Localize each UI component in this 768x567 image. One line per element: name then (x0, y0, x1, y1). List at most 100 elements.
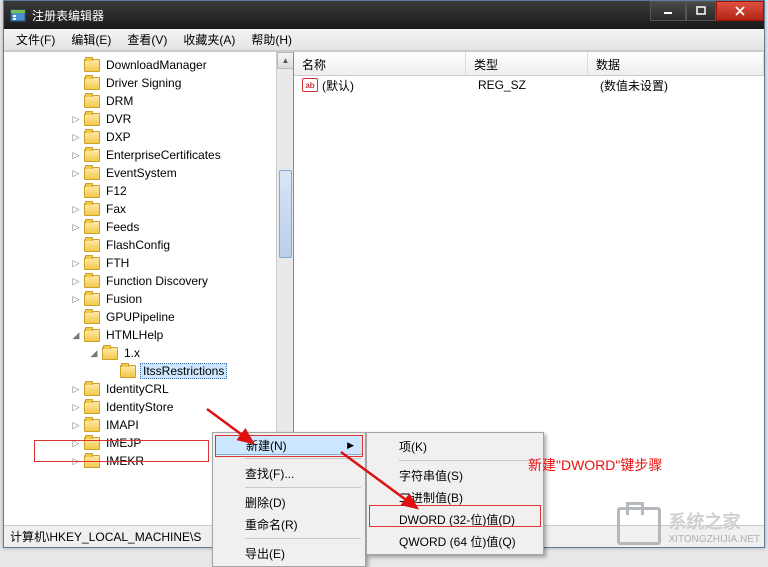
menu-help[interactable]: 帮助(H) (243, 29, 300, 50)
menu-fav[interactable]: 收藏夹(A) (175, 29, 243, 50)
value-data: (数值未设置) (600, 77, 764, 94)
separator (245, 538, 361, 539)
status-path: 计算机\HKEY_LOCAL_MACHINE\S (10, 528, 201, 545)
tree-label: DownloadManager (104, 58, 209, 72)
ctx-new-qword[interactable]: QWORD (64 位)值(Q) (369, 530, 541, 552)
no-expand (70, 77, 82, 89)
no-expand (70, 59, 82, 71)
tree-item[interactable]: ▷ Fax (4, 200, 293, 218)
expand-open-icon[interactable]: ◢ (70, 329, 82, 341)
tree-item[interactable]: GPUPipeline (4, 308, 293, 326)
close-button[interactable] (716, 1, 764, 21)
folder-icon (84, 455, 100, 468)
no-expand (70, 95, 82, 107)
folder-icon (84, 113, 100, 126)
tree-item[interactable]: ▷Feeds (4, 218, 293, 236)
tree-label: IMAPI (104, 418, 141, 432)
tree-label: IdentityStore (104, 400, 175, 414)
tree-label: ItssRestrictions (140, 363, 227, 379)
tree-label: IMEKR (104, 454, 146, 468)
tree-item[interactable]: ◢ 1.x (4, 344, 293, 362)
no-expand (70, 239, 82, 251)
folder-icon (84, 401, 100, 414)
tree-item[interactable]: ▷ Function Discovery (4, 272, 293, 290)
list-header[interactable]: 名称 类型 数据 (294, 52, 764, 76)
expand-closed-icon[interactable]: ▷ (70, 455, 82, 467)
expand-closed-icon[interactable]: ▷ (70, 221, 82, 233)
scroll-thumb[interactable] (279, 170, 292, 258)
regedit-icon (10, 7, 26, 23)
tree-item[interactable]: FlashConfig (4, 236, 293, 254)
ctx-export[interactable]: 导出(E) (215, 542, 363, 564)
tree-item[interactable]: DRM (4, 92, 293, 110)
annotation-arrow-2 (337, 448, 427, 518)
watermark: 系统之家 XITONGZHIJIA.NET (617, 507, 761, 545)
folder-icon (84, 185, 100, 198)
expand-closed-icon[interactable]: ▷ (70, 293, 82, 305)
tree-item[interactable]: F12 (4, 182, 293, 200)
titlebar[interactable]: 注册表编辑器 (4, 1, 764, 29)
expand-closed-icon[interactable]: ▷ (70, 149, 82, 161)
maximize-button[interactable] (686, 1, 716, 21)
tree-item[interactable]: ▷IdentityCRL (4, 380, 293, 398)
tree-label: F12 (104, 184, 129, 198)
no-expand (106, 365, 118, 377)
expand-closed-icon[interactable]: ▷ (70, 257, 82, 269)
no-expand (70, 311, 82, 323)
tree-item[interactable]: Driver Signing (4, 74, 293, 92)
tree-label: EnterpriseCertificates (104, 148, 223, 162)
folder-icon (84, 131, 100, 144)
expand-closed-icon[interactable]: ▷ (70, 113, 82, 125)
window-title: 注册表编辑器 (32, 7, 104, 24)
tree-label: IMEJP (104, 436, 143, 450)
expand-open-icon[interactable]: ◢ (88, 347, 100, 359)
expand-closed-icon[interactable]: ▷ (70, 401, 82, 413)
no-expand (70, 185, 82, 197)
expand-closed-icon[interactable]: ▷ (70, 203, 82, 215)
tree-label: Fax (104, 202, 128, 216)
col-data[interactable]: 数据 (588, 52, 764, 75)
expand-closed-icon[interactable]: ▷ (70, 383, 82, 395)
expand-closed-icon[interactable]: ▷ (70, 419, 82, 431)
tree-item[interactable]: ItssRestrictions (4, 362, 293, 380)
scroll-up-button[interactable]: ▲ (277, 52, 294, 69)
tree-label: GPUPipeline (104, 310, 177, 324)
folder-icon (84, 95, 100, 108)
tree-label: Fusion (104, 292, 144, 306)
tree-item[interactable]: DownloadManager (4, 56, 293, 74)
tree-item[interactable]: ▷ DVR (4, 110, 293, 128)
expand-closed-icon[interactable]: ▷ (70, 275, 82, 287)
watermark-brand: 系统之家 (669, 508, 761, 534)
folder-icon (84, 59, 100, 72)
tree-label: EventSystem (104, 166, 179, 180)
col-type[interactable]: 类型 (466, 52, 588, 75)
tree-label: Driver Signing (104, 76, 183, 90)
folder-icon (84, 149, 100, 162)
expand-closed-icon[interactable]: ▷ (70, 437, 82, 449)
folder-icon (84, 437, 100, 450)
folder-icon (84, 329, 100, 342)
minimize-button[interactable] (650, 1, 686, 21)
window-buttons (650, 1, 764, 21)
col-name[interactable]: 名称 (294, 52, 466, 75)
list-row[interactable]: ab (默认) REG_SZ (数值未设置) (294, 76, 764, 94)
tree-label: FTH (104, 256, 131, 270)
menu-edit[interactable]: 编辑(E) (63, 29, 119, 50)
tree-item[interactable]: ▷ DXP (4, 128, 293, 146)
tree-item[interactable]: ▷ FTH (4, 254, 293, 272)
menu-view[interactable]: 查看(V) (119, 29, 175, 50)
menu-file[interactable]: 文件(F) (8, 29, 63, 50)
tree-label: DVR (104, 112, 133, 126)
folder-icon (84, 383, 100, 396)
tree-item[interactable]: ▷ EventSystem (4, 164, 293, 182)
value-name: (默认) (322, 77, 478, 94)
tree-label: Function Discovery (104, 274, 210, 288)
folder-icon (84, 257, 100, 270)
tree-label: DXP (104, 130, 133, 144)
tree-item[interactable]: ▷ Fusion (4, 290, 293, 308)
tree-label: 1.x (122, 346, 142, 360)
expand-closed-icon[interactable]: ▷ (70, 167, 82, 179)
tree-item[interactable]: ▷ EnterpriseCertificates (4, 146, 293, 164)
tree-item[interactable]: ◢HTMLHelp (4, 326, 293, 344)
expand-closed-icon[interactable]: ▷ (70, 131, 82, 143)
